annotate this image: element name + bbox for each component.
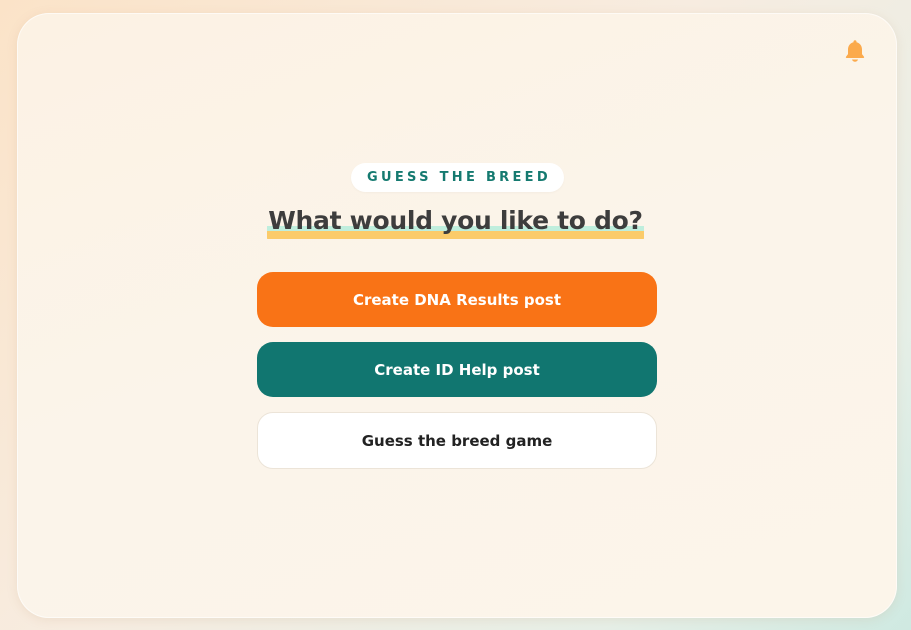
page-title: What would you like to do? [0, 200, 911, 242]
create-id-help-post-label: Create ID Help post [374, 360, 540, 379]
create-dna-results-post-label: Create DNA Results post [352, 290, 562, 309]
page-title-text: What would you like to do? [267, 200, 644, 242]
section-badge: GUESS THE BREED [351, 163, 564, 192]
guess-the-breed-game-button[interactable]: Guess the breed game [257, 412, 657, 469]
badge-label: GUESS THE BREED [367, 170, 551, 185]
bell-icon[interactable] [843, 38, 867, 64]
create-dna-results-post-button[interactable]: Create DNA Results post [257, 272, 657, 327]
guess-the-breed-game-label: Guess the breed game [361, 431, 553, 450]
create-id-help-post-button[interactable]: Create ID Help post [257, 342, 657, 397]
